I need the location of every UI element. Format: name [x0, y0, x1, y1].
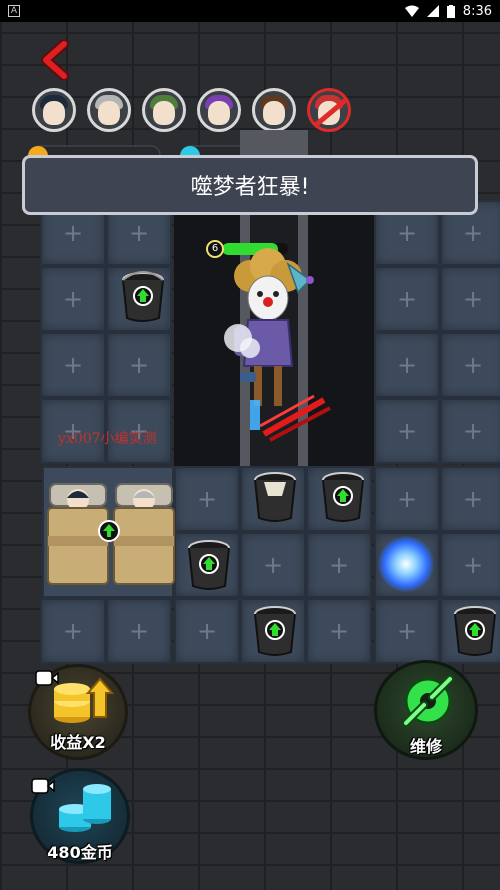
attack-slash-effect — [250, 394, 331, 442]
room-tile[interactable] — [374, 398, 440, 464]
income-x2-button[interactable]: 收益X2 — [28, 664, 128, 760]
room-tile[interactable] — [40, 598, 106, 664]
character-avatar-3[interactable] — [142, 88, 186, 132]
cyan-coins-icon — [59, 784, 111, 832]
room-tile[interactable] — [440, 332, 500, 398]
bucket-turret[interactable] — [120, 270, 166, 324]
avatar-face — [98, 101, 120, 125]
bed-right-icon — [113, 483, 175, 585]
avatar-face — [153, 101, 175, 125]
event-banner: 噬梦者狂暴! — [22, 155, 478, 215]
room-tile[interactable] — [40, 266, 106, 332]
room-tile[interactable] — [106, 332, 172, 398]
bedroom[interactable] — [42, 466, 175, 598]
character-avatar-6-eliminated[interactable] — [307, 88, 351, 132]
room-tile[interactable] — [374, 466, 440, 532]
avatar-face — [263, 101, 285, 125]
signal-icon — [426, 5, 439, 17]
get-coins-label: 480金币 — [47, 843, 113, 862]
room-tile[interactable] — [440, 532, 500, 598]
room-tile[interactable] — [440, 398, 500, 464]
room-tile[interactable] — [174, 598, 240, 664]
video-ad-icon — [31, 778, 55, 794]
room-tile[interactable] — [106, 598, 172, 664]
bucket-turret[interactable] — [252, 604, 298, 658]
room-tile[interactable] — [374, 598, 440, 664]
income-x2-label: 收益X2 — [50, 733, 106, 752]
get-coins-button[interactable]: 480金币 — [30, 768, 130, 864]
room-tile[interactable] — [306, 532, 372, 598]
character-avatar-1[interactable] — [32, 88, 76, 132]
room-tile[interactable] — [440, 466, 500, 532]
character-avatar-4[interactable] — [197, 88, 241, 132]
room-tile[interactable] — [440, 266, 500, 332]
character-avatar-row — [32, 88, 351, 132]
bucket-turret[interactable] — [252, 470, 298, 524]
event-banner-text: 噬梦者狂暴! — [190, 175, 310, 200]
wifi-icon — [404, 5, 419, 17]
app-badge: A — [8, 5, 20, 17]
room-tile[interactable] — [374, 332, 440, 398]
bed-upgrade-arrow-icon[interactable] — [98, 520, 120, 542]
room-tile[interactable] — [374, 266, 440, 332]
wrench-gear-icon — [402, 675, 454, 727]
status-bar: A 8:36 — [0, 0, 500, 22]
clock: 8:36 — [462, 3, 492, 19]
gold-coins-icon — [54, 677, 115, 723]
avatar-face — [43, 101, 65, 125]
blue-portal-icon[interactable] — [378, 536, 434, 592]
bucket-turret[interactable] — [186, 538, 232, 592]
room-tile[interactable] — [40, 332, 106, 398]
room-tile[interactable] — [174, 466, 240, 532]
character-avatar-5[interactable] — [252, 88, 296, 132]
room-tile[interactable] — [240, 532, 306, 598]
repair-label: 维修 — [409, 737, 442, 756]
repair-button[interactable]: 维修 — [374, 660, 478, 760]
avatar-face — [208, 101, 230, 125]
bucket-turret[interactable] — [452, 604, 498, 658]
back-arrow-icon[interactable] — [38, 40, 72, 80]
room-tile[interactable] — [306, 598, 372, 664]
watermark-text: yx007小编实测 — [58, 431, 157, 447]
character-avatar-2[interactable] — [87, 88, 131, 132]
battery-icon — [446, 4, 455, 18]
bucket-turret[interactable] — [320, 470, 366, 524]
avatar-face — [318, 101, 340, 125]
